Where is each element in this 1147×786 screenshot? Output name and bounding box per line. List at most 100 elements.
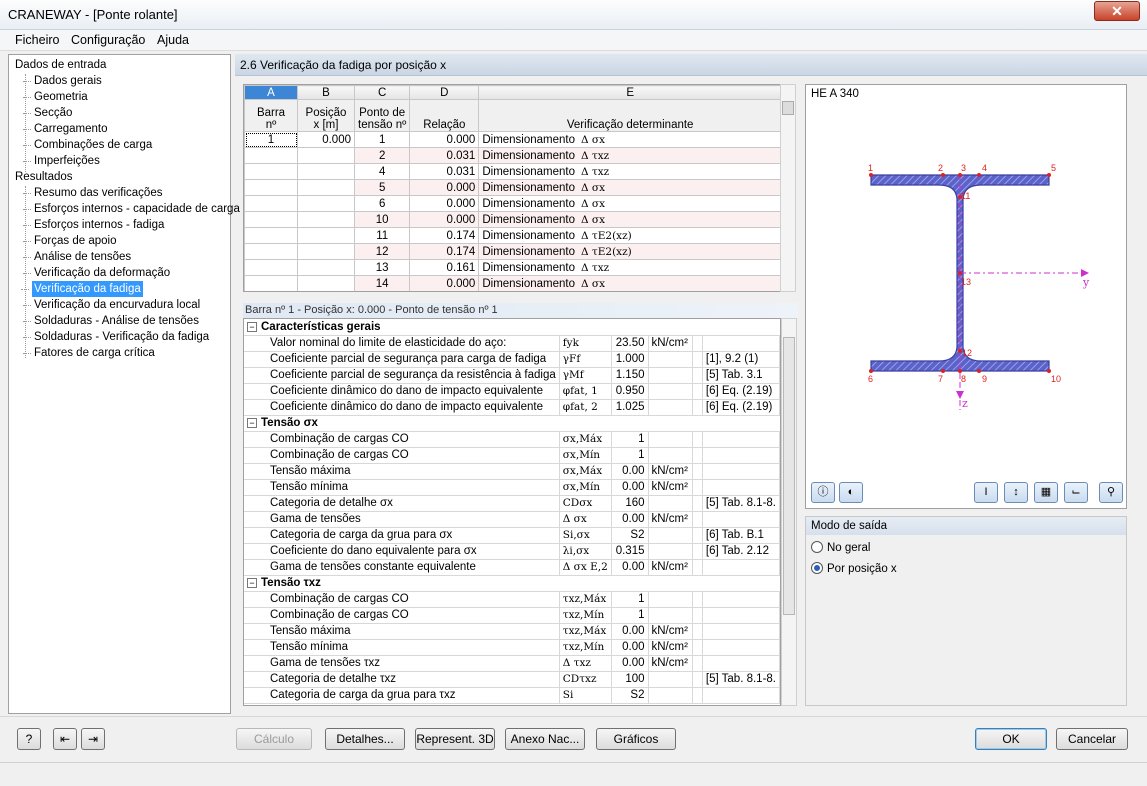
cell-bar[interactable]	[244, 275, 298, 291]
results-table[interactable]: A B C D E Barra nº Posição x [m] Ponto de t…	[243, 84, 783, 292]
cell-position[interactable]	[297, 227, 355, 244]
menu-help[interactable]: Ajuda	[157, 33, 189, 47]
collapse-icon[interactable]: −	[247, 418, 257, 428]
tree-item-general-data[interactable]: Dados gerais	[23, 73, 102, 89]
graphics-button[interactable]: Gráficos	[596, 728, 676, 750]
tree-item-support-forces[interactable]: Forças de apoio	[22, 233, 116, 249]
tree-item-fatigue-check[interactable]: Verificação da fadiga	[21, 281, 143, 297]
tree-item-internal-forces-fatigue[interactable]: Esforços internos - fadiga	[22, 217, 164, 233]
dimensions-icon[interactable]: ↕	[1004, 482, 1028, 503]
details-table[interactable]: − Características gerais Valor nominal do …	[243, 318, 781, 706]
table-row[interactable]: 12 0.174 Dimensionamento Δ τE2(xz)	[244, 243, 782, 260]
cell-stress-point[interactable]: 14	[353, 275, 411, 291]
tree-item-loading[interactable]: Carregamento	[23, 121, 108, 137]
tree-item-imperfections[interactable]: Imperfeições	[23, 153, 100, 169]
cell-ratio[interactable]: 0.000	[409, 131, 480, 148]
close-button[interactable]: ✕	[1094, 1, 1140, 21]
cell-stress-point[interactable]: 4	[353, 163, 411, 180]
cell-position[interactable]	[297, 259, 355, 276]
cell-governing-check[interactable]: Dimensionamento Δ τxz	[478, 147, 782, 164]
cell-ratio[interactable]: 0.031	[409, 147, 480, 164]
cell-ratio[interactable]: 0.000	[409, 275, 480, 291]
cell-ratio[interactable]: 0.174	[409, 243, 480, 260]
tree-item-local-buckling[interactable]: Verificação da encurvadura local	[22, 297, 200, 313]
tree-item-critical-load-factors[interactable]: Fatores de carga crítica	[23, 345, 155, 361]
tree-item-welds-stress[interactable]: Soldaduras - Análise de tensões	[23, 313, 199, 329]
table-row[interactable]: 4 0.031 Dimensionamento Δ τxz	[244, 163, 782, 180]
cell-stress-point[interactable]: 13	[353, 259, 411, 276]
details-table-scrollbar[interactable]	[781, 318, 797, 706]
show-section-icon[interactable]: I	[974, 482, 998, 503]
col-letter-b[interactable]: B	[297, 85, 355, 100]
cell-stress-point[interactable]: 1	[353, 131, 411, 148]
cell-stress-point[interactable]: 11	[353, 227, 411, 244]
cell-ratio[interactable]: 0.161	[409, 259, 480, 276]
cell-governing-check[interactable]: Dimensionamento Δ τxz	[478, 163, 782, 180]
cell-ratio[interactable]: 0.000	[409, 195, 480, 212]
table-row[interactable]: 1 0.000 1 0.000 Dimensionamento Δ σx	[244, 131, 782, 148]
cell-ratio[interactable]: 0.031	[409, 163, 480, 180]
cell-stress-point[interactable]: 2	[353, 147, 411, 164]
table-row[interactable]: 6 0.000 Dimensionamento Δ σx	[244, 195, 782, 212]
cell-bar[interactable]	[244, 227, 298, 244]
menu-settings[interactable]: Configuração	[71, 33, 145, 47]
cell-position[interactable]	[297, 147, 355, 164]
cell-stress-point[interactable]: 5	[353, 179, 411, 196]
cell-position[interactable]	[297, 211, 355, 228]
col-letter-d[interactable]: D	[409, 85, 480, 100]
col-letter-c[interactable]: C	[353, 85, 411, 100]
cell-ratio[interactable]: 0.174	[409, 227, 480, 244]
cell-governing-check[interactable]: Dimensionamento Δ τE2(xz)	[478, 243, 782, 260]
cell-bar[interactable]	[244, 259, 298, 276]
cell-ratio[interactable]: 0.000	[409, 179, 480, 196]
cell-ratio[interactable]: 0.000	[409, 211, 480, 228]
cell-governing-check[interactable]: Dimensionamento Δ τxz	[478, 259, 782, 276]
cell-bar[interactable]	[244, 243, 298, 260]
cell-position[interactable]	[297, 195, 355, 212]
results-table-scrollbar[interactable]	[780, 84, 796, 292]
cell-stress-point[interactable]: 6	[353, 195, 411, 212]
table-row[interactable]: 11 0.174 Dimensionamento Δ τE2(xz)	[244, 227, 782, 244]
cell-governing-check[interactable]: Dimensionamento Δ σx	[478, 195, 782, 212]
radio-by-position[interactable]: Por posição x	[811, 562, 897, 575]
tree-item-geometry[interactable]: Geometria	[23, 89, 88, 105]
cell-bar[interactable]	[244, 211, 298, 228]
color-scale-icon[interactable]: ◐	[839, 482, 863, 503]
national-annex-button[interactable]: Anexo Nac...	[505, 728, 585, 750]
cell-position[interactable]	[297, 179, 355, 196]
previous-icon[interactable]: ⇤	[53, 728, 77, 750]
tree-item-stress-analysis[interactable]: Análise de tensões	[22, 249, 131, 265]
menu-file[interactable]: Ficheiro	[15, 33, 59, 47]
info-icon[interactable]: ⓘ	[811, 482, 835, 503]
cell-bar[interactable]	[244, 195, 298, 212]
tree-input-header[interactable]: Dados de entrada	[15, 57, 106, 73]
cell-governing-check[interactable]: Dimensionamento Δ σx	[478, 275, 782, 291]
cell-bar[interactable]: 1	[244, 131, 298, 148]
radio-overall[interactable]: No geral	[811, 541, 870, 554]
cell-governing-check[interactable]: Dimensionamento Δ τE2(xz)	[478, 227, 782, 244]
table-row[interactable]: 14 0.000 Dimensionamento Δ σx	[244, 275, 782, 291]
cancel-button[interactable]: Cancelar	[1056, 728, 1128, 750]
next-icon[interactable]: ⇥	[81, 728, 105, 750]
cell-position[interactable]: 0.000	[297, 131, 355, 148]
cell-governing-check[interactable]: Dimensionamento Δ σx	[478, 211, 782, 228]
cell-position[interactable]	[297, 163, 355, 180]
col-letter-e[interactable]: E	[478, 85, 782, 100]
group-row[interactable]: − Tensão τxz	[244, 575, 780, 592]
ok-button[interactable]: OK	[975, 728, 1047, 750]
cell-position[interactable]	[297, 275, 355, 291]
reset-view-icon[interactable]: ⚲	[1099, 482, 1123, 503]
group-row[interactable]: − Características gerais	[244, 319, 780, 336]
render-3d-button[interactable]: Represent. 3D	[415, 728, 495, 750]
col-letter-a[interactable]: A	[244, 85, 298, 100]
table-row[interactable]: 5 0.000 Dimensionamento Δ σx	[244, 179, 782, 196]
calculation-button[interactable]: Cálculo	[236, 728, 312, 750]
collapse-icon[interactable]: −	[247, 321, 257, 332]
cell-governing-check[interactable]: Dimensionamento Δ σx	[478, 179, 782, 196]
axes-icon[interactable]: ⌙	[1064, 482, 1088, 503]
cell-stress-point[interactable]: 12	[353, 243, 411, 260]
tree-item-section[interactable]: Secção	[22, 105, 72, 121]
tree-item-design-summary[interactable]: Resumo das verificações	[22, 185, 162, 201]
tree-item-internal-forces-capacity[interactable]: Esforços internos - capacidade de carga	[23, 201, 240, 217]
numbering-icon[interactable]: ▦	[1034, 482, 1058, 503]
